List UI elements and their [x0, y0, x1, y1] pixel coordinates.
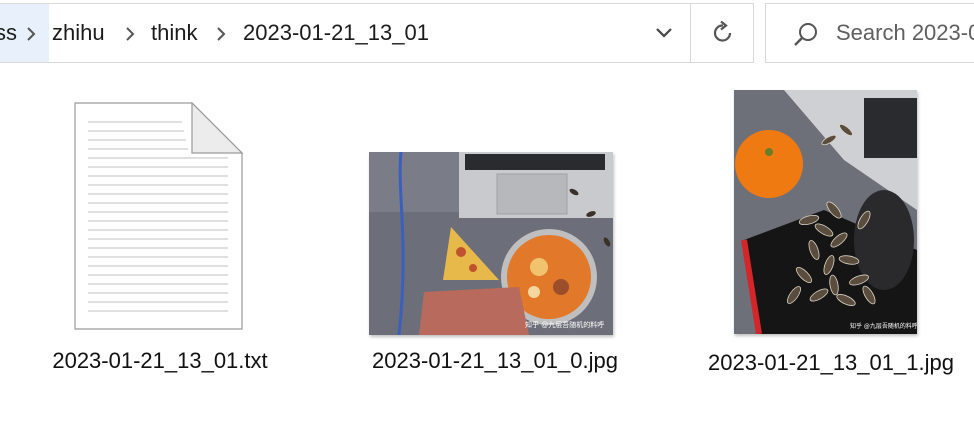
refresh-icon — [713, 20, 731, 42]
text-document-icon — [74, 102, 244, 330]
food-photo-image: 知乎 @九层吾随机的料呼 — [369, 152, 613, 335]
file-item-txt[interactable]: 2023-01-21_13_01.txt — [40, 88, 280, 388]
search-icon — [794, 23, 817, 46]
image-thumbnail: 知乎 @九层吾随机的料呼 — [369, 152, 613, 335]
breadcrumb-item-current[interactable]: 2023-01-21_13_01 — [243, 4, 429, 62]
file-name[interactable]: 2023-01-21_13_01_0.jpg — [360, 344, 630, 378]
refresh-button[interactable] — [690, 4, 754, 62]
watermark-text: 知乎 @九层吾随机的料呼 — [525, 320, 604, 329]
file-name[interactable]: 2023-01-21_13_01.txt — [30, 344, 290, 378]
breadcrumb-item-zhihu[interactable]: zhihu — [52, 4, 105, 62]
address-history-dropdown[interactable] — [639, 4, 689, 62]
chevron-right-icon — [217, 27, 226, 41]
breadcrumb-item-ss[interactable]: ss — [0, 4, 17, 62]
file-item-jpg-1[interactable]: 知乎 @九层吾随机的料呼 2023-01-21_13_01_1.jpg — [696, 78, 966, 418]
search-input[interactable] — [836, 14, 974, 52]
chevron-right-icon — [27, 27, 36, 41]
snack-photo-image: 知乎 @九层吾随机的料呼 — [734, 90, 917, 334]
search-box[interactable] — [765, 3, 974, 63]
file-item-jpg-0[interactable]: 知乎 @九层吾随机的料呼 2023-01-21_13_01_0.jpg — [360, 140, 630, 420]
watermark-text: 知乎 @九层吾随机的料呼 — [850, 322, 917, 330]
chevron-right-icon — [126, 27, 135, 41]
chevron-down-icon — [656, 28, 672, 38]
image-thumbnail: 知乎 @九层吾随机的料呼 — [734, 90, 917, 334]
breadcrumb-item-think[interactable]: think — [151, 4, 197, 62]
address-bar[interactable]: ss zhihu think 2023-01-21_13_01 — [0, 3, 754, 63]
file-name[interactable]: 2023-01-21_13_01_1.jpg — [696, 346, 966, 380]
